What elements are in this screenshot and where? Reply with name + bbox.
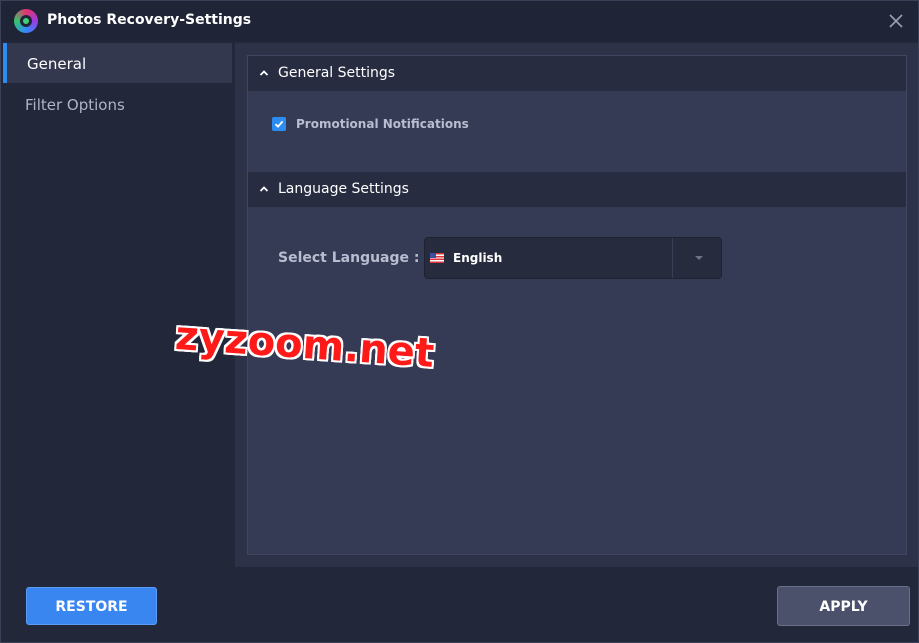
settings-window: Photos Recovery-Settings General Filter … <box>0 0 919 643</box>
restore-button[interactable]: RESTORE <box>26 587 157 625</box>
close-button[interactable] <box>884 9 908 33</box>
selected-language: English <box>453 251 503 265</box>
sidebar: General Filter Options <box>3 43 234 567</box>
sidebar-item-general[interactable]: General <box>3 43 232 83</box>
language-settings-header[interactable]: Language Settings <box>248 172 906 207</box>
chevron-up-icon <box>259 186 269 192</box>
title-bar: Photos Recovery-Settings <box>1 1 918 41</box>
us-flag-icon <box>430 253 444 263</box>
general-settings-header[interactable]: General Settings <box>248 56 906 91</box>
sidebar-item-label: General <box>27 55 87 73</box>
chevron-up-icon <box>259 70 269 76</box>
language-dropdown[interactable]: English <box>424 237 722 279</box>
photos-recovery-logo-icon <box>14 9 38 33</box>
apply-button[interactable]: APPLY <box>777 586 910 626</box>
section-title: Language Settings <box>278 181 409 197</box>
settings-panel: General Settings Promotional Notificatio… <box>247 55 907 555</box>
sidebar-item-filter-options[interactable]: Filter Options <box>3 84 232 124</box>
sidebar-item-label: Filter Options <box>25 96 125 114</box>
chevron-down-icon[interactable] <box>695 256 703 260</box>
close-icon <box>889 14 903 28</box>
checkmark-icon <box>274 120 284 128</box>
main-content: General Settings Promotional Notificatio… <box>235 43 918 567</box>
promotional-notifications-checkbox[interactable] <box>272 117 286 131</box>
promotional-notifications-label: Promotional Notifications <box>296 117 469 131</box>
select-language-label: Select Language : <box>278 250 420 266</box>
dropdown-divider <box>672 238 673 278</box>
section-title: General Settings <box>278 65 396 81</box>
window-title: Photos Recovery-Settings <box>47 12 252 28</box>
